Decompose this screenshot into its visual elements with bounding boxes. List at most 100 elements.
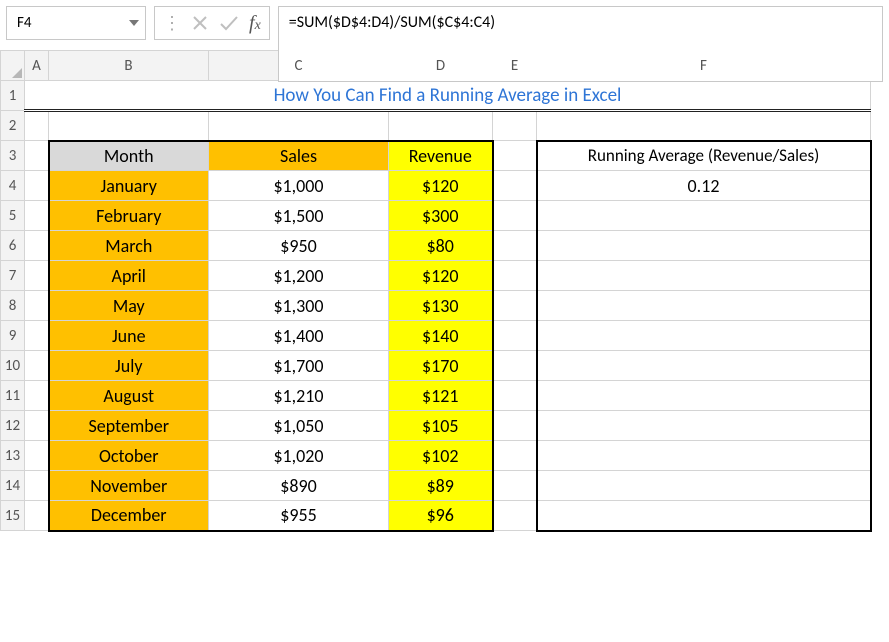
cell-revenue-13[interactable]: $102 — [389, 441, 493, 471]
cell-E8[interactable] — [493, 291, 537, 321]
cell-A8[interactable] — [25, 291, 49, 321]
col-header-B[interactable]: B — [49, 51, 209, 81]
cell-F9[interactable] — [537, 321, 871, 351]
row-header-14[interactable]: 14 — [1, 471, 25, 501]
spreadsheet-grid[interactable]: A B C D E F 1 How You Can Find a Running… — [0, 50, 872, 532]
cell-F6[interactable] — [537, 231, 871, 261]
cell-F2[interactable] — [537, 111, 871, 141]
cell-revenue-8[interactable]: $130 — [389, 291, 493, 321]
cell-sales-12[interactable]: $1,050 — [209, 411, 389, 441]
enter-icon[interactable] — [219, 14, 239, 32]
cell-revenue-4[interactable]: $120 — [389, 171, 493, 201]
cell-E5[interactable] — [493, 201, 537, 231]
cell-month-8[interactable]: May — [49, 291, 209, 321]
fx-icon[interactable]: fx — [249, 12, 261, 35]
cell-F7[interactable] — [537, 261, 871, 291]
cell-E13[interactable] — [493, 441, 537, 471]
header-sales[interactable]: Sales — [209, 141, 389, 171]
cell-month-6[interactable]: March — [49, 231, 209, 261]
cell-month-11[interactable]: August — [49, 381, 209, 411]
cell-A13[interactable] — [25, 441, 49, 471]
cell-sales-7[interactable]: $1,200 — [209, 261, 389, 291]
cell-A5[interactable] — [25, 201, 49, 231]
cell-sales-8[interactable]: $1,300 — [209, 291, 389, 321]
cell-revenue-10[interactable]: $170 — [389, 351, 493, 381]
cell-E12[interactable] — [493, 411, 537, 441]
cell-A2[interactable] — [25, 111, 49, 141]
header-month[interactable]: Month — [49, 141, 209, 171]
cell-A15[interactable] — [25, 501, 49, 531]
cell-B2[interactable] — [49, 111, 209, 141]
cell-A4[interactable] — [25, 171, 49, 201]
cell-revenue-11[interactable]: $121 — [389, 381, 493, 411]
cancel-icon[interactable] — [191, 14, 209, 32]
cell-A11[interactable] — [25, 381, 49, 411]
row-header-8[interactable]: 8 — [1, 291, 25, 321]
cell-F15[interactable] — [537, 501, 871, 531]
cell-sales-6[interactable]: $950 — [209, 231, 389, 261]
cell-month-13[interactable]: October — [49, 441, 209, 471]
col-header-A[interactable]: A — [25, 51, 49, 81]
cell-month-4[interactable]: January — [49, 171, 209, 201]
row-header-3[interactable]: 3 — [1, 141, 25, 171]
cell-E6[interactable] — [493, 231, 537, 261]
cell-E15[interactable] — [493, 501, 537, 531]
cell-A14[interactable] — [25, 471, 49, 501]
cell-revenue-6[interactable]: $80 — [389, 231, 493, 261]
cell-revenue-12[interactable]: $105 — [389, 411, 493, 441]
row-header-2[interactable]: 2 — [1, 111, 25, 141]
cell-sales-10[interactable]: $1,700 — [209, 351, 389, 381]
row-header-13[interactable]: 13 — [1, 441, 25, 471]
header-running-average[interactable]: Running Average (Revenue/Sales) — [537, 141, 871, 171]
cell-sales-13[interactable]: $1,020 — [209, 441, 389, 471]
cell-revenue-15[interactable]: $96 — [389, 501, 493, 531]
cell-F11[interactable] — [537, 381, 871, 411]
cell-E3[interactable] — [493, 141, 537, 171]
row-header-15[interactable]: 15 — [1, 501, 25, 531]
row-header-5[interactable]: 5 — [1, 201, 25, 231]
formula-input[interactable]: =SUM($D$4:D4)/SUM($C$4:C4) — [278, 6, 883, 82]
cell-A12[interactable] — [25, 411, 49, 441]
row-header-7[interactable]: 7 — [1, 261, 25, 291]
running-average-value[interactable]: 0.12 — [537, 171, 871, 201]
cell-F13[interactable] — [537, 441, 871, 471]
select-all-triangle[interactable] — [1, 51, 25, 81]
cell-E2[interactable] — [493, 111, 537, 141]
cell-A7[interactable] — [25, 261, 49, 291]
cell-sales-5[interactable]: $1,500 — [209, 201, 389, 231]
cell-month-12[interactable]: September — [49, 411, 209, 441]
cell-sales-14[interactable]: $890 — [209, 471, 389, 501]
cell-F8[interactable] — [537, 291, 871, 321]
cell-F5[interactable] — [537, 201, 871, 231]
page-title[interactable]: How You Can Find a Running Average in Ex… — [25, 81, 871, 111]
cell-A9[interactable] — [25, 321, 49, 351]
cell-F14[interactable] — [537, 471, 871, 501]
cell-E10[interactable] — [493, 351, 537, 381]
cell-month-14[interactable]: November — [49, 471, 209, 501]
row-header-12[interactable]: 12 — [1, 411, 25, 441]
cell-E4[interactable] — [493, 171, 537, 201]
cell-sales-9[interactable]: $1,400 — [209, 321, 389, 351]
row-header-9[interactable]: 9 — [1, 321, 25, 351]
cell-revenue-5[interactable]: $300 — [389, 201, 493, 231]
chevron-down-icon[interactable] — [129, 20, 139, 26]
cell-month-7[interactable]: April — [49, 261, 209, 291]
cell-sales-15[interactable]: $955 — [209, 501, 389, 531]
cell-E11[interactable] — [493, 381, 537, 411]
cell-month-10[interactable]: July — [49, 351, 209, 381]
cell-sales-11[interactable]: $1,210 — [209, 381, 389, 411]
header-revenue[interactable]: Revenue — [389, 141, 493, 171]
row-header-10[interactable]: 10 — [1, 351, 25, 381]
cell-F10[interactable] — [537, 351, 871, 381]
cell-E7[interactable] — [493, 261, 537, 291]
cell-A10[interactable] — [25, 351, 49, 381]
cell-A3[interactable] — [25, 141, 49, 171]
cell-sales-4[interactable]: $1,000 — [209, 171, 389, 201]
cell-revenue-9[interactable]: $140 — [389, 321, 493, 351]
cell-D2[interactable] — [389, 111, 493, 141]
row-header-6[interactable]: 6 — [1, 231, 25, 261]
cell-month-15[interactable]: December — [49, 501, 209, 531]
name-box[interactable]: F4 — [6, 6, 146, 40]
cell-revenue-14[interactable]: $89 — [389, 471, 493, 501]
row-header-1[interactable]: 1 — [1, 81, 25, 111]
